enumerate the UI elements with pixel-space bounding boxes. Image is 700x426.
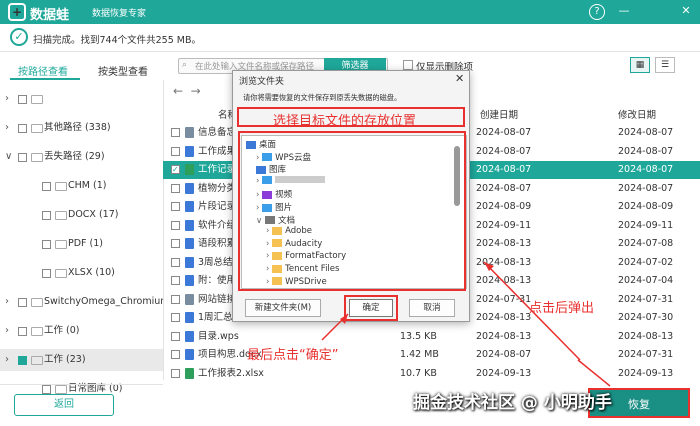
annotation-arrow-line bbox=[483, 261, 581, 361]
annotation-arrows bbox=[321, 261, 611, 387]
annotation-arrow-line bbox=[577, 359, 611, 387]
watermark: 掘金技术社区 @ 小明助手 bbox=[413, 393, 612, 413]
annotation-arrow-head bbox=[340, 314, 348, 324]
